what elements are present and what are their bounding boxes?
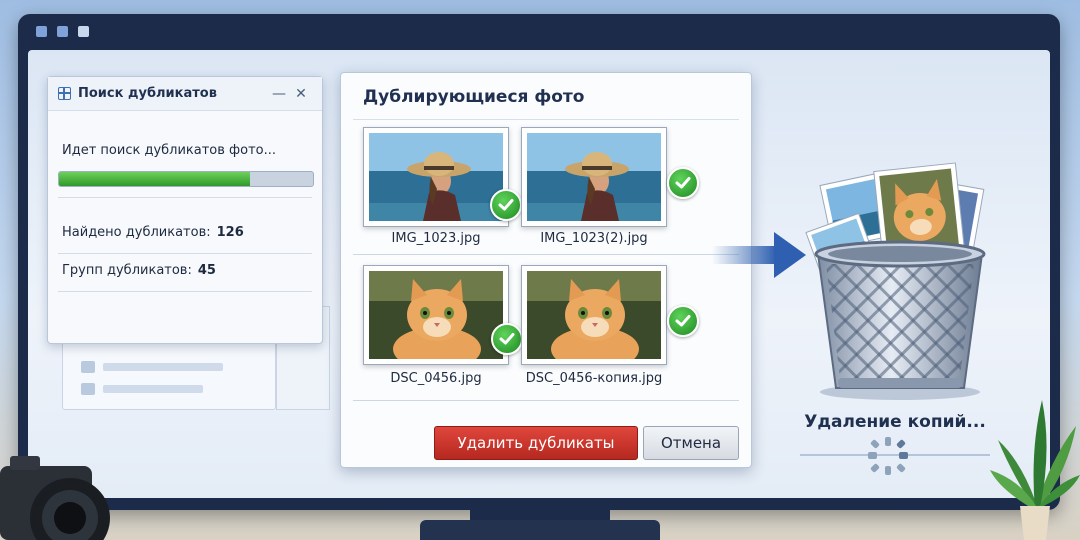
file-name: DSC_0456.jpg [390,371,482,386]
app-grid-icon [58,87,71,100]
search-status-text: Идет поиск дубликатов фото... [62,143,277,158]
separator [353,400,739,401]
close-button[interactable]: ✕ [290,86,312,102]
duplicate-groups-value: 45 [197,263,216,278]
woman-beach-photo-icon [527,133,661,221]
placeholder-line [103,385,203,393]
check-icon [490,189,522,221]
photo-thumbnail[interactable] [521,265,667,365]
check-icon [667,305,699,337]
separator [58,197,312,198]
trash-bin-icon [805,162,986,400]
file-name: DSC_0456-копия.jpg [525,371,663,386]
photo-thumbnail[interactable] [363,127,509,227]
woman-beach-photo-icon [369,133,503,221]
duplicates-dialog-title: Дублирующиеся фото [363,87,585,107]
camera-icon [0,456,110,540]
window-dot-icon [36,25,47,37]
search-dialog: Поиск дубликатов — ✕ Идет поиск дубликат… [47,76,323,344]
search-dialog-title: Поиск дубликатов [78,86,217,101]
search-dialog-titlebar: Поиск дубликатов — ✕ [48,77,322,111]
separator [58,253,312,254]
duplicates-dialog: Дублирующиеся фото IMG_1023.jpg IMG_1023… [340,72,752,468]
separator [58,291,312,292]
check-icon [667,167,699,199]
plant-icon [990,400,1080,540]
arrow-right-icon [712,232,806,278]
duplicate-groups-stat: Групп дубликатов: 45 [62,263,216,278]
check-icon [491,323,523,355]
search-progress-bar [58,171,314,187]
placeholder-icon [81,383,95,395]
cancel-button[interactable]: Отмена [643,426,739,460]
placeholder-icon [81,361,95,373]
monitor-stand-base [420,520,660,540]
cat-photo-icon [527,271,661,359]
file-name: IMG_1023(2).jpg [540,231,648,246]
deleting-status-text: Удаление копий... [804,412,986,432]
cat-photo-icon [369,271,503,359]
placeholder-line [103,363,223,371]
found-duplicates-label: Найдено дубликатов: [62,225,211,240]
found-duplicates-stat: Найдено дубликатов: 126 [62,225,244,240]
loading-spinner-icon [868,437,908,475]
photo-thumbnail[interactable] [363,265,509,365]
separator [353,254,739,255]
photo-thumbnail[interactable] [521,127,667,227]
separator [353,119,739,120]
found-duplicates-value: 126 [216,225,244,240]
window-dot-icon [78,25,89,37]
window-dot-icon [57,25,68,37]
delete-duplicates-button[interactable]: Удалить дубликаты [434,426,638,460]
duplicate-groups-label: Групп дубликатов: [62,263,192,278]
minimize-button[interactable]: — [268,86,290,102]
file-name: IMG_1023.jpg [391,231,481,246]
search-progress-fill [59,172,250,186]
monitor-top-bar [18,14,1060,48]
